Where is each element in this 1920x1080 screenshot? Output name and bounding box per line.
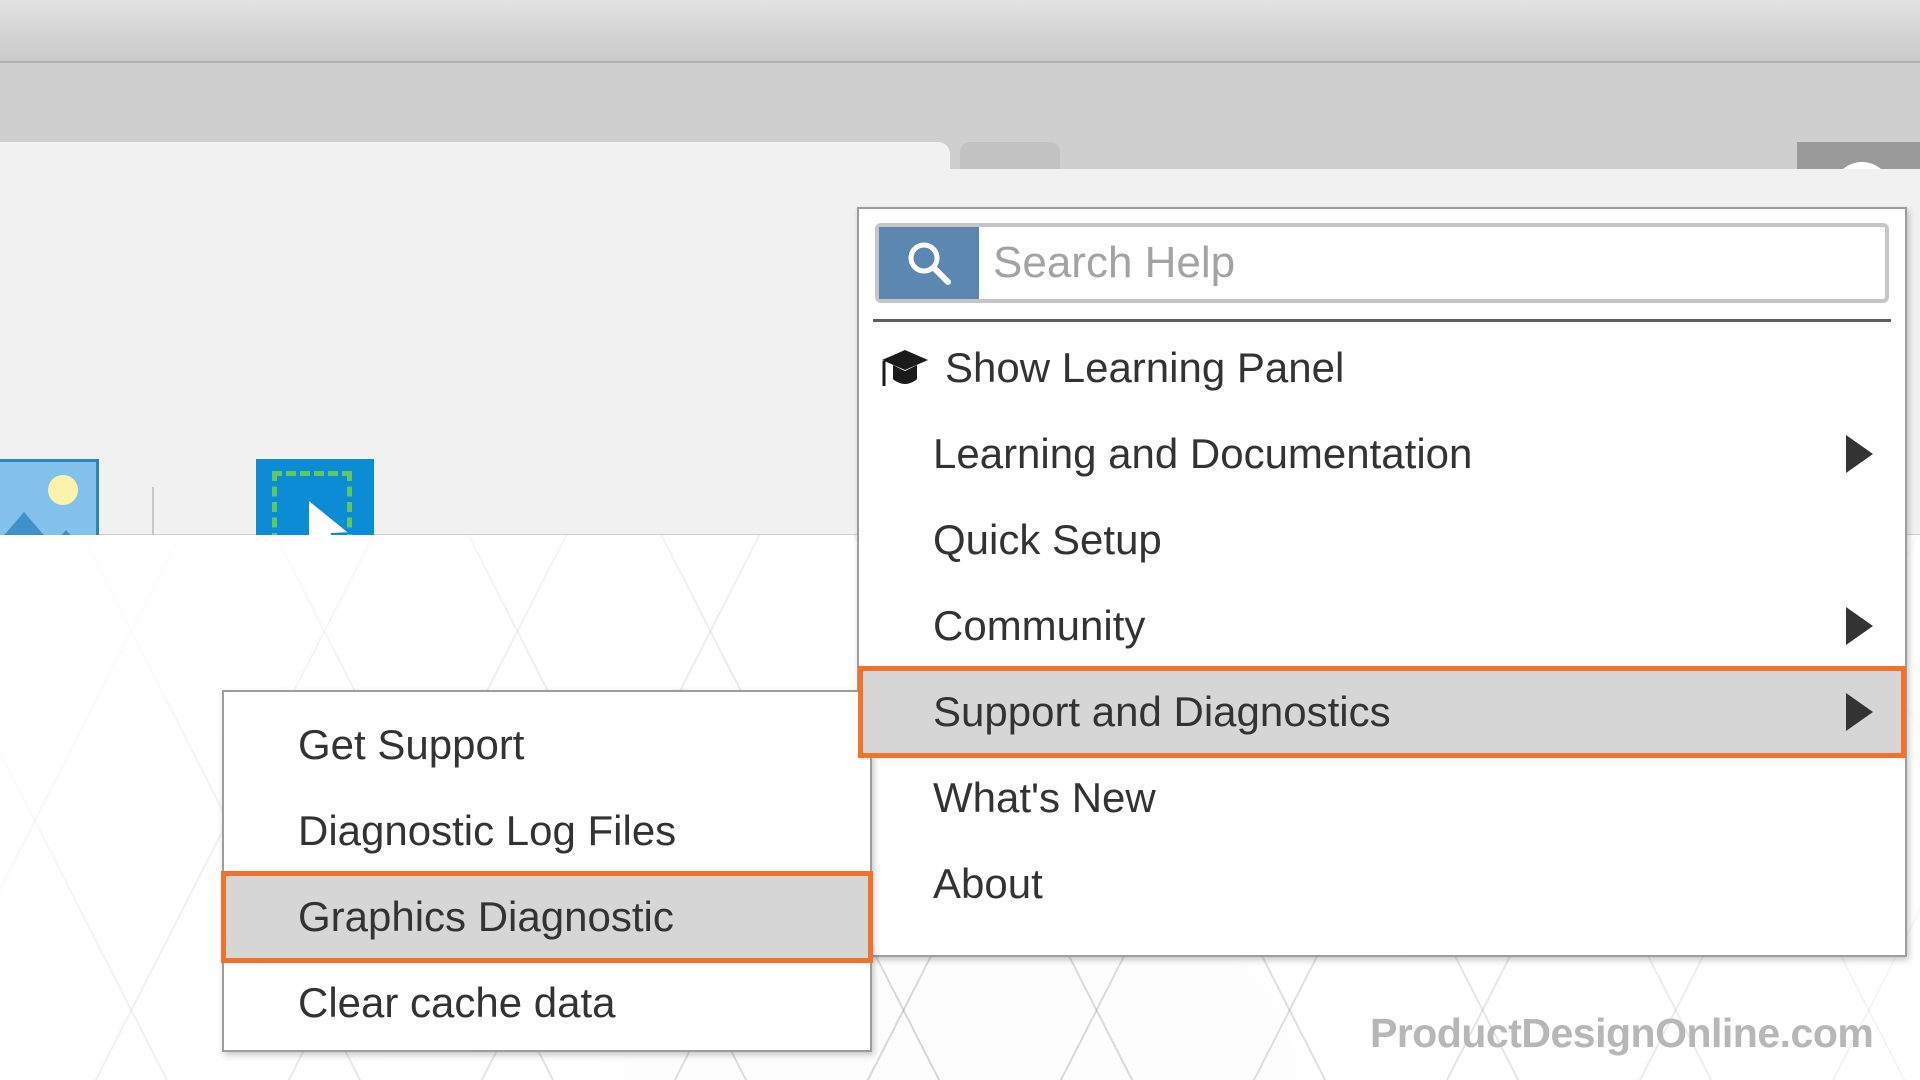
- menu-item-label: Learning and Documentation: [933, 430, 1473, 477]
- help-menu-list: Show Learning Panel Learning and Documen…: [858, 325, 1906, 927]
- menu-item-support-and-diagnostics[interactable]: Support and Diagnostics: [858, 666, 1906, 758]
- chevron-right-icon: [1846, 435, 1873, 473]
- submenu-top-padding: [224, 692, 870, 702]
- help-search-box[interactable]: [875, 223, 1889, 303]
- submenu-item-label: Get Support: [298, 721, 525, 768]
- submenu-item-label: Graphics Diagnostic: [298, 893, 674, 940]
- tab-bar: × Kevin Kennedy ?: [0, 71, 1920, 249]
- menu-item-label: Community: [933, 602, 1146, 649]
- submenu-item-diagnostic-log-files[interactable]: Diagnostic Log Files: [224, 788, 870, 874]
- title-bar-shadow: [0, 63, 1920, 71]
- menu-item-whats-new[interactable]: What's New: [861, 755, 1903, 841]
- menu-item-show-learning-panel[interactable]: Show Learning Panel: [861, 325, 1903, 411]
- menu-item-label: Quick Setup: [933, 516, 1162, 563]
- search-input[interactable]: [979, 227, 1885, 299]
- sun-shape: [48, 475, 78, 505]
- menu-item-about[interactable]: About: [861, 841, 1903, 927]
- application-window: × Kevin Kennedy ?: [0, 0, 1920, 1080]
- watermark-label: ProductDesignOnline.com: [1370, 1010, 1874, 1056]
- submenu-item-graphics-diagnostic[interactable]: Graphics Diagnostic: [221, 871, 873, 963]
- submenu-item-label: Diagnostic Log Files: [298, 807, 677, 854]
- search-icon[interactable]: [879, 227, 979, 299]
- menu-item-label: Show Learning Panel: [945, 344, 1345, 391]
- support-and-diagnostics-submenu: Get Support Diagnostic Log Files Graphic…: [221, 690, 873, 1052]
- panel-separator: [873, 319, 1891, 322]
- menu-item-quick-setup[interactable]: Quick Setup: [861, 497, 1903, 583]
- menu-item-label: What's New: [933, 774, 1156, 821]
- submenu-item-clear-cache-data[interactable]: Clear cache data: [224, 960, 870, 1046]
- menu-item-label: About: [933, 860, 1043, 907]
- submenu-item-label: Clear cache data: [298, 979, 616, 1026]
- graduation-cap-icon: [877, 346, 933, 390]
- help-menu-panel: Show Learning Panel Learning and Documen…: [857, 207, 1907, 957]
- chevron-right-icon: [1846, 607, 1873, 645]
- menu-item-community[interactable]: Community: [861, 583, 1903, 669]
- menu-item-label: Support and Diagnostics: [933, 688, 1391, 735]
- submenu-item-get-support[interactable]: Get Support: [224, 702, 870, 788]
- chevron-right-icon: [1846, 693, 1873, 731]
- menu-item-learning-and-documentation[interactable]: Learning and Documentation: [861, 411, 1903, 497]
- window-title-bar: [0, 0, 1920, 63]
